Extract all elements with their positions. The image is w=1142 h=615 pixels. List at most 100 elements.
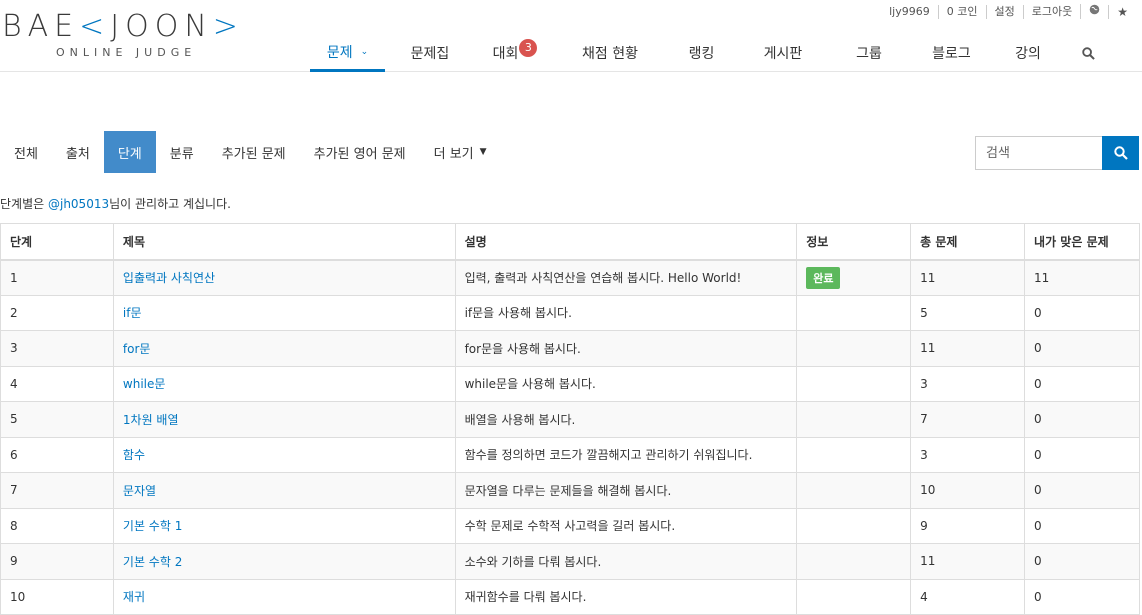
cell-step: 10 (0, 578, 114, 615)
table-row: 9 기본 수학 2 소수와 기하를 다뤄 봅시다. 11 0 (0, 543, 1140, 580)
cell-solved: 0 (1024, 294, 1140, 331)
logout-link[interactable]: 로그아웃 (1022, 4, 1080, 19)
cell-title: while문 (112, 365, 456, 402)
step-title-link[interactable]: while문 (123, 377, 166, 391)
cell-solved: 0 (1024, 365, 1140, 402)
col-header-title[interactable]: 제목 (112, 223, 456, 261)
search-form (975, 136, 1139, 170)
cell-solved: 0 (1024, 543, 1140, 580)
coins-link[interactable]: 0 코인 (937, 4, 986, 19)
cell-solved: 0 (1024, 330, 1140, 367)
cell-total: 4 (910, 578, 1026, 615)
cell-solved: 11 (1024, 259, 1140, 296)
tab-source[interactable]: 출처 (52, 131, 104, 173)
logo-bracket-left: < (79, 9, 111, 44)
search-button[interactable] (1102, 136, 1139, 170)
cell-info (796, 578, 912, 615)
step-title-link[interactable]: 1차원 배열 (123, 413, 179, 427)
table-row: 8 기본 수학 1 수학 문제로 수학적 사고력을 길러 봅시다. 9 0 (0, 507, 1140, 544)
step-title-link[interactable]: for문 (123, 342, 151, 356)
cell-step: 3 (0, 330, 114, 367)
cell-desc: 소수와 기하를 다뤄 봅시다. (454, 543, 798, 580)
cell-desc: if문을 사용해 봅시다. (454, 294, 798, 331)
username-link[interactable]: ljy9969 (881, 5, 938, 19)
nav-status[interactable]: 채점 현황 (555, 34, 665, 72)
nav-board[interactable]: 게시판 (738, 34, 828, 72)
col-header-step[interactable]: 단계 (0, 223, 114, 261)
problem-category-tabs: 전체 출처 단계 분류 추가된 문제 추가된 영어 문제 더 보기 ▼ (0, 131, 501, 173)
manager-notice: 단계별은 @jh05013님이 관리하고 계십니다. (0, 197, 231, 211)
step-title-link[interactable]: 문자열 (123, 484, 156, 498)
nav-search-icon[interactable] (1063, 34, 1113, 72)
cell-desc: for문을 사용해 봅시다. (454, 330, 798, 367)
nav-ranking[interactable]: 랭킹 (665, 34, 738, 72)
col-header-total[interactable]: 총 문제 (910, 223, 1026, 261)
user-nav: ljy9969 0 코인 설정 로그아웃 ★ (881, 4, 1136, 19)
cell-title: 문자열 (112, 472, 456, 509)
logo-tagline: ONLINE JUDGE (56, 46, 197, 59)
tab-step[interactable]: 단계 (103, 131, 156, 173)
step-title-link[interactable]: 재귀 (123, 590, 145, 604)
table-header-row: 단계 제목 설명 정보 총 문제 내가 맞은 문제 (0, 223, 1140, 261)
cell-title: 1차원 배열 (112, 401, 456, 438)
table-row: 1 입출력과 사칙연산 입력, 출력과 사칙연산을 연습해 봅시다. Hello W… (0, 259, 1140, 296)
tab-more[interactable]: 더 보기 ▼ (420, 131, 501, 173)
cell-desc: 배열을 사용해 봅시다. (454, 401, 798, 438)
cell-title: 재귀 (112, 578, 456, 615)
cell-total: 9 (910, 507, 1026, 544)
cell-title: 입출력과 사칙연산 (112, 259, 456, 296)
cell-step: 5 (0, 401, 114, 438)
manager-link[interactable]: @jh05013 (48, 197, 109, 211)
cell-solved: 0 (1024, 401, 1140, 438)
tab-added-english[interactable]: 추가된 영어 문제 (300, 131, 420, 173)
cell-total: 3 (910, 436, 1026, 473)
tab-all[interactable]: 전체 (0, 131, 52, 173)
step-title-link[interactable]: if문 (123, 306, 142, 320)
cell-step: 6 (0, 436, 114, 473)
step-title-link[interactable]: 기본 수학 2 (123, 555, 182, 569)
step-title-link[interactable]: 입출력과 사칙연산 (123, 271, 215, 285)
nav-problems[interactable]: 문제 ⌄ (310, 34, 385, 72)
tab-added[interactable]: 추가된 문제 (208, 131, 300, 173)
logo[interactable]: BAE < JOON > ONLINE JUDGE (2, 10, 252, 62)
table-row: 10 재귀 재귀함수를 다뤄 봅시다. 4 0 (0, 578, 1140, 615)
search-input[interactable] (975, 136, 1102, 170)
chevron-down-icon: ⌄ (360, 46, 369, 57)
cell-total: 11 (910, 259, 1026, 296)
nav-blog[interactable]: 블로그 (910, 34, 993, 72)
cell-total: 10 (910, 472, 1026, 509)
cell-desc: 함수를 정의하면 코드가 깔끔해지고 관리하기 쉬워집니다. (454, 436, 798, 473)
nav-workbook[interactable]: 문제집 (385, 34, 475, 72)
step-title-link[interactable]: 함수 (123, 448, 145, 462)
tab-tag[interactable]: 분류 (156, 131, 208, 173)
cell-total: 7 (910, 401, 1026, 438)
cell-total: 11 (910, 543, 1026, 580)
cell-step: 9 (0, 543, 114, 580)
step-title-link[interactable]: 기본 수학 1 (123, 519, 182, 533)
table-row: 6 함수 함수를 정의하면 코드가 깔끔해지고 관리하기 쉬워집니다. 3 0 (0, 436, 1140, 473)
status-badge: 완료 (806, 266, 841, 289)
settings-link[interactable]: 설정 (985, 4, 1023, 19)
col-header-solved[interactable]: 내가 맞은 문제 (1024, 223, 1140, 261)
table-body: 1 입출력과 사칙연산 입력, 출력과 사칙연산을 연습해 봅시다. Hello W… (0, 259, 1140, 615)
table-row: 5 1차원 배열 배열을 사용해 봅시다. 7 0 (0, 401, 1140, 438)
cell-solved: 0 (1024, 578, 1140, 615)
cell-info (796, 401, 912, 438)
nav-lecture[interactable]: 강의 (993, 34, 1063, 72)
cell-info (796, 472, 912, 509)
cell-title: 함수 (112, 436, 456, 473)
cell-info (796, 507, 912, 544)
col-header-info[interactable]: 정보 (796, 223, 912, 261)
cell-step: 1 (0, 259, 114, 296)
caret-down-icon: ▼ (479, 147, 487, 157)
cell-title: for문 (112, 330, 456, 367)
step-table: 단계 제목 설명 정보 총 문제 내가 맞은 문제 1 입출력과 사칙연산 입력, … (0, 223, 1140, 615)
globe-icon[interactable] (1080, 4, 1108, 19)
logo-brand: BAE < JOON > (2, 9, 244, 44)
star-icon[interactable]: ★ (1108, 4, 1136, 19)
cell-info (796, 294, 912, 331)
col-header-desc[interactable]: 설명 (454, 223, 798, 261)
cell-info (796, 330, 912, 367)
nav-group[interactable]: 그룹 (828, 34, 910, 72)
nav-contest[interactable]: 대회 3 (475, 34, 555, 72)
